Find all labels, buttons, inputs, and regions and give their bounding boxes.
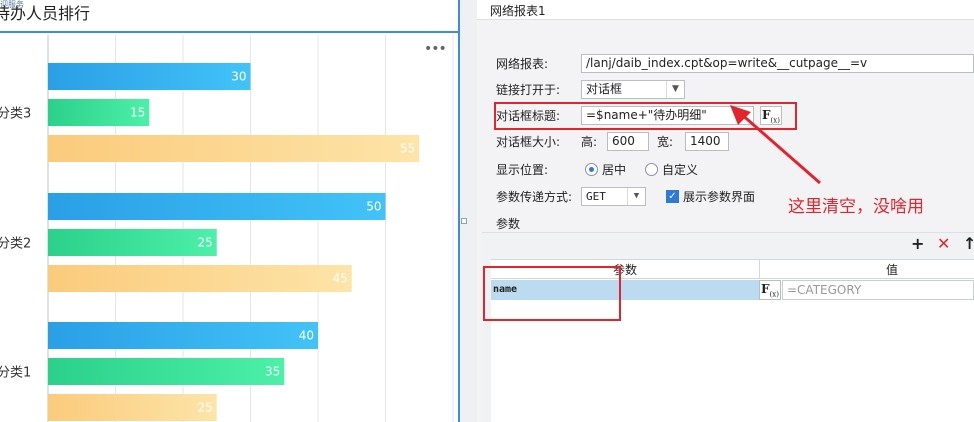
- open-in-select[interactable]: 对话框 ▼: [581, 80, 685, 99]
- chevron-down-icon[interactable]: ▼: [666, 81, 684, 98]
- panel-splitter[interactable]: [460, 0, 477, 422]
- highlight-box-param-name: [483, 266, 621, 321]
- category-tick-label: 分类2: [0, 237, 31, 252]
- bar-分类2-series3[interactable]: [48, 265, 352, 292]
- bar-data-label: 45: [332, 272, 347, 286]
- bar-分类1-series3[interactable]: [48, 394, 217, 421]
- column-separator: [759, 260, 760, 279]
- splitter-handle[interactable]: [461, 218, 467, 224]
- category-tick-label: 分类3: [0, 107, 31, 122]
- pass-method-label: 参数传递方式:: [496, 190, 573, 204]
- dialog-size-label: 对话框大小:: [496, 135, 561, 149]
- chart-panel: 迎服务 待办人员排行 ••• 30 15 55 分类3 50 25 45 分类2 40 35 25 分…: [0, 0, 460, 422]
- url-field[interactable]: /lanj/daib_index.cpt&op=write&__cutpage_…: [581, 54, 974, 73]
- position-center-radio[interactable]: [585, 163, 598, 176]
- bar-分类2-series1[interactable]: [48, 193, 386, 220]
- param-value-cell[interactable]: =CATEGORY: [782, 280, 974, 300]
- pass-method-value: GET: [586, 190, 606, 203]
- pass-method-select[interactable]: GET ▼: [581, 187, 646, 206]
- bar-data-label: 30: [231, 70, 246, 84]
- category-tick-label: 分类1: [0, 366, 31, 381]
- position-custom-radio[interactable]: [645, 163, 658, 176]
- position-label: 显示位置:: [496, 163, 549, 177]
- annotation-text: 这里清空，没啥用: [788, 197, 924, 217]
- bar-data-label: 55: [400, 142, 415, 156]
- chevron-down-icon[interactable]: ▼: [627, 188, 645, 205]
- bar-分类1-series2[interactable]: [48, 358, 285, 385]
- bar-data-label: 25: [197, 236, 212, 250]
- move-up-icon[interactable]: ↑: [963, 236, 974, 252]
- bar-分类3-series1[interactable]: [48, 63, 251, 90]
- column-header-value: 值: [886, 263, 899, 277]
- bar-data-label: 15: [130, 106, 145, 120]
- panel-title-bar: 网络报表1: [477, 0, 974, 20]
- add-icon[interactable]: +: [911, 236, 924, 252]
- height-field[interactable]: 600: [607, 132, 649, 151]
- formula-button[interactable]: F(x): [759, 280, 781, 300]
- url-label: 网络报表:: [496, 57, 549, 71]
- bar-data-label: 25: [197, 401, 212, 415]
- delete-icon[interactable]: ✕: [937, 236, 950, 252]
- bar-分类1-series1[interactable]: [48, 322, 318, 349]
- bar-chart: 30 15 55 分类3 50 25 45 分类2 40 35 25 分类1: [0, 35, 454, 422]
- bar-data-label: 35: [265, 365, 280, 379]
- bar-data-label: 40: [299, 329, 314, 343]
- open-in-value: 对话框: [586, 82, 623, 96]
- chart-title: 待办人员排行: [0, 4, 91, 23]
- annotation-arrow: [730, 105, 821, 185]
- bar-分类3-series3[interactable]: [48, 135, 420, 162]
- show-param-ui-checkbox[interactable]: ✓: [666, 190, 679, 203]
- position-custom-label: 自定义: [662, 163, 699, 177]
- width-label: 宽:: [657, 135, 674, 149]
- bar-data-label: 50: [366, 200, 381, 214]
- panel-title: 网络报表1: [490, 4, 546, 18]
- chart-header: 迎服务 待办人员排行: [0, 0, 460, 33]
- height-label: 高:: [581, 135, 598, 149]
- params-label: 参数: [496, 217, 521, 231]
- bar-分类2-series2[interactable]: [48, 229, 217, 256]
- position-center-label: 居中: [602, 163, 627, 177]
- open-in-label: 链接打开于:: [496, 83, 561, 97]
